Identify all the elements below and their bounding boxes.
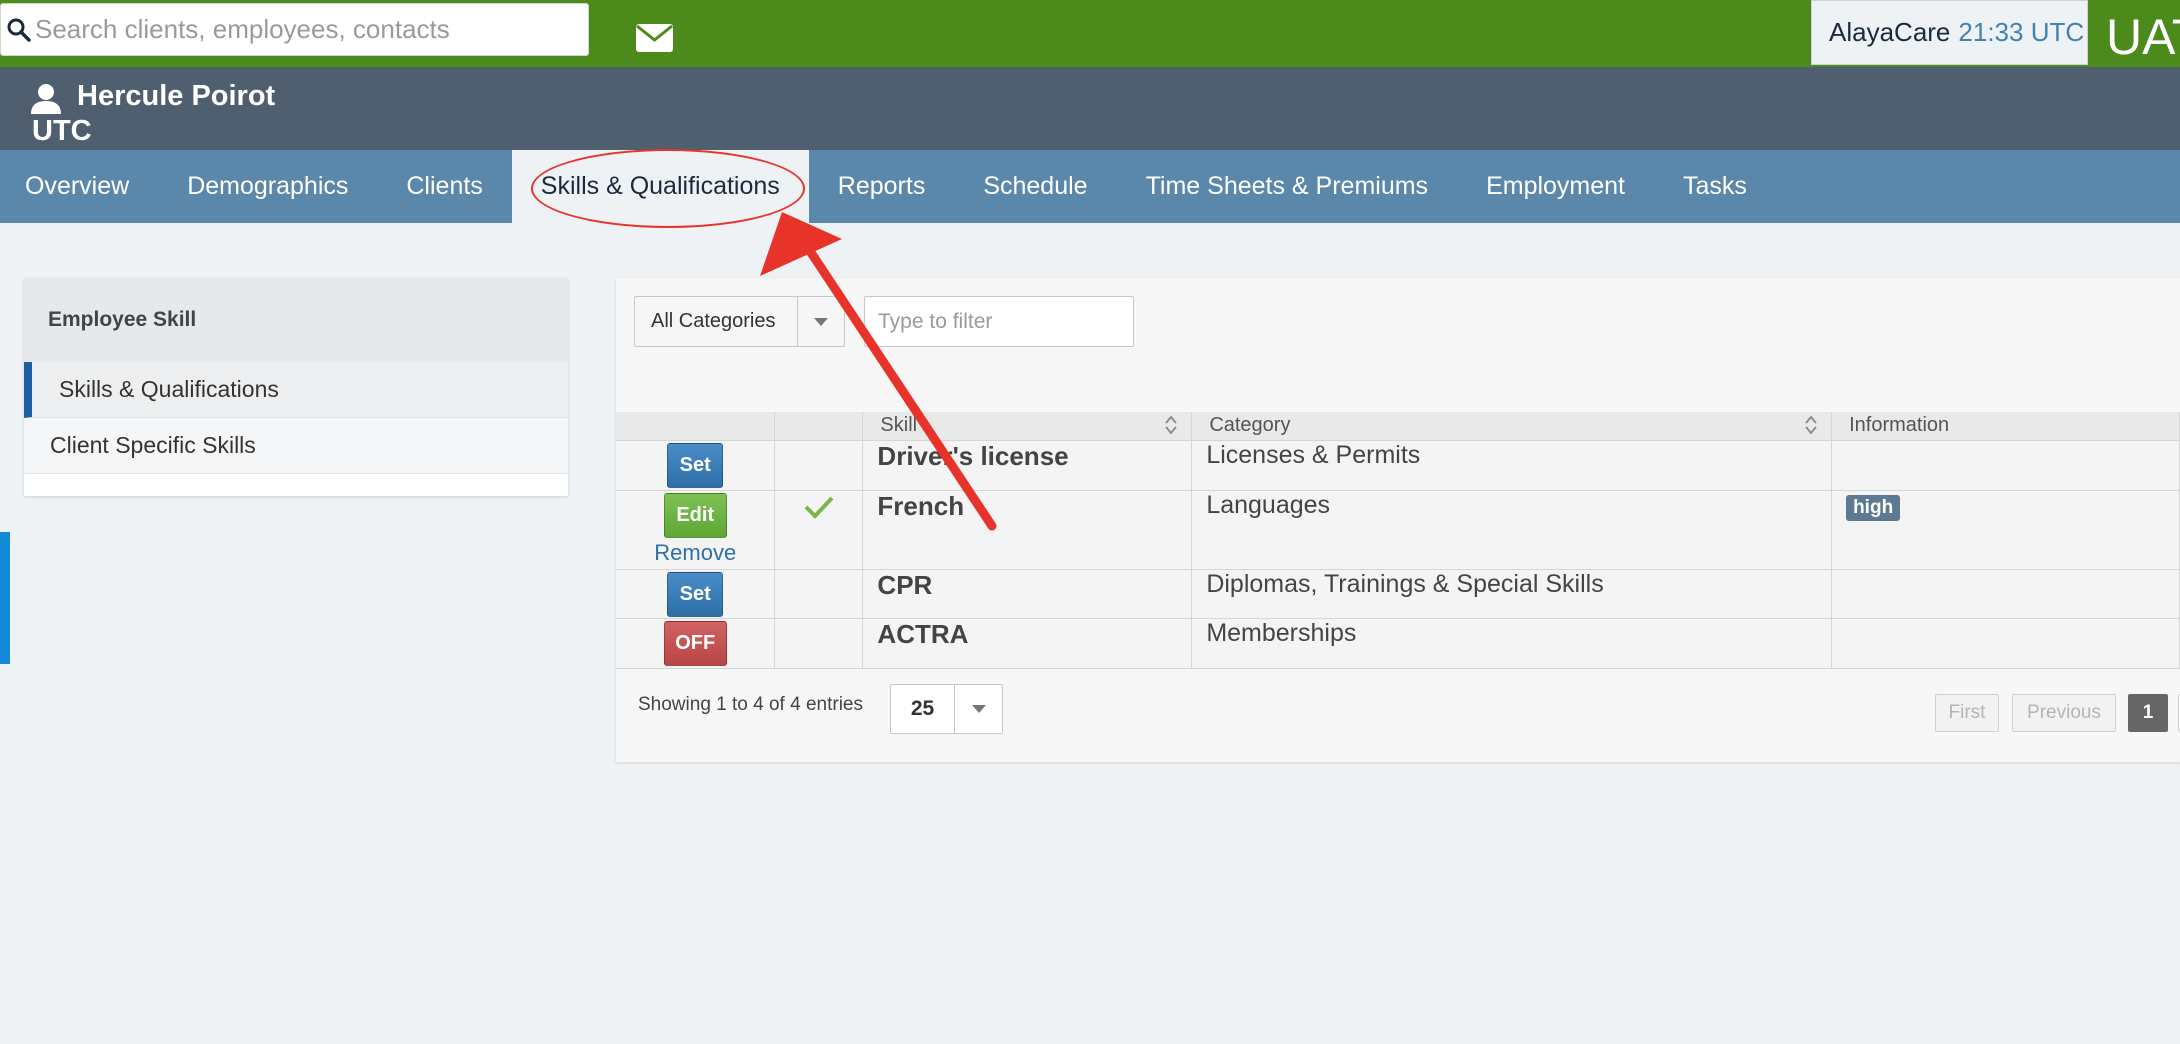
category-cell: Diplomas, Trainings & Special Skills — [1191, 569, 1833, 619]
column-header-status — [774, 412, 864, 441]
table-row: OFF ACTRA Memberships — [616, 618, 2180, 669]
brand-label: AlayaCare — [1829, 17, 1951, 47]
sort-icon[interactable] — [1805, 415, 1817, 435]
category-dropdown[interactable]: All Categories — [634, 296, 845, 347]
tab-reports[interactable]: Reports — [809, 150, 955, 223]
sidebar-item-client-specific-skills[interactable]: Client Specific Skills — [24, 418, 568, 474]
tab-demographics[interactable]: Demographics — [158, 150, 377, 223]
set-button[interactable]: Set — [667, 571, 724, 617]
environment-label: UAT — [2106, 9, 2180, 65]
chevron-down-icon[interactable] — [955, 685, 1002, 733]
tab-overview[interactable]: Overview — [0, 150, 158, 223]
sidebar-title: Employee Skill — [24, 278, 568, 362]
column-header-skill[interactable]: Skill — [862, 412, 1193, 441]
information-cell — [1831, 440, 2180, 491]
tab-clients[interactable]: Clients — [377, 150, 511, 223]
status-cell — [774, 440, 864, 491]
tab-label: Time Sheets & Premiums — [1145, 172, 1429, 200]
set-button[interactable]: Set — [667, 442, 724, 488]
table-header-row: Skill Category Information — [616, 412, 2180, 441]
information-cell: high — [1831, 490, 2180, 570]
tab-label: Clients — [406, 172, 483, 200]
information-cell — [1831, 618, 2180, 669]
sort-icon[interactable] — [1165, 415, 1178, 435]
tab-label: Demographics — [187, 172, 349, 200]
search-input[interactable] — [35, 14, 575, 45]
employee-name: Hercule Poirot — [77, 80, 276, 112]
top-bar: AlayaCare 21:33 UTC UAT — [0, 0, 2180, 67]
page-size-dropdown[interactable]: 25 — [890, 684, 1003, 734]
checkmark-icon — [804, 496, 834, 519]
page-size-value: 25 — [891, 685, 955, 733]
action-cell: OFF — [616, 618, 776, 669]
skills-table: Skill Category Information Set Driver's … — [616, 412, 2180, 669]
tab-label: Schedule — [983, 172, 1088, 200]
status-cell — [774, 490, 864, 570]
sidebar: Employee Skill Skills & Qualifications C… — [24, 278, 568, 496]
tab-label: Employment — [1486, 172, 1626, 200]
entries-summary: Showing 1 to 4 of 4 entries — [638, 694, 863, 715]
employee-timezone: UTC — [32, 115, 92, 147]
global-search[interactable] — [0, 3, 589, 56]
tab-skills-qualifications[interactable]: Skills & Qualifications — [511, 149, 809, 228]
skills-panel: All Categories Skill Category — [616, 278, 2180, 762]
chevron-down-icon[interactable] — [798, 297, 844, 346]
action-cell: Set — [616, 440, 776, 491]
status-cell — [774, 618, 864, 669]
column-header-category[interactable]: Category — [1191, 412, 1833, 441]
table-row: Set Driver's license Licenses & Permits — [616, 440, 2180, 491]
tab-bar: Overview Demographics Clients Skills & Q… — [0, 149, 2180, 228]
status-cell — [774, 569, 864, 619]
off-button[interactable]: OFF — [663, 620, 727, 666]
table-row: Set CPR Diplomas, Trainings & Special Sk… — [616, 569, 2180, 619]
page-number-button[interactable]: 1 — [2128, 694, 2168, 732]
envelope-icon[interactable] — [636, 24, 673, 57]
skill-cell: CPR — [862, 569, 1193, 619]
column-header-label: Category — [1209, 414, 1291, 437]
clock-widget: AlayaCare 21:33 UTC — [1811, 0, 2088, 65]
tab-employment[interactable]: Employment — [1457, 150, 1654, 223]
table-row: Edit Remove French Languages high — [616, 490, 2180, 570]
tab-label: Tasks — [1683, 172, 1747, 200]
tab-time-sheets-premiums[interactable]: Time Sheets & Premiums — [1117, 150, 1457, 223]
tab-label: Overview — [25, 172, 130, 200]
level-badge: high — [1846, 494, 1901, 521]
tab-tasks[interactable]: Tasks — [1654, 150, 1776, 223]
skill-cell: ACTRA — [862, 618, 1193, 669]
information-cell — [1831, 569, 2180, 619]
sidebar-item-label: Client Specific Skills — [50, 432, 256, 458]
remove-link[interactable]: Remove — [616, 540, 774, 566]
action-cell: Set — [616, 569, 776, 619]
column-header-information: Information — [1831, 412, 2180, 441]
skill-cell: French — [862, 490, 1193, 570]
edit-button[interactable]: Edit — [663, 492, 727, 538]
first-page-button[interactable]: First — [1935, 694, 1999, 732]
action-cell: Edit Remove — [616, 490, 776, 570]
category-cell: Languages — [1191, 490, 1833, 570]
sidebar-item-skills-qualifications[interactable]: Skills & Qualifications — [24, 362, 568, 418]
sidebar-item-label: Skills & Qualifications — [59, 376, 279, 402]
previous-page-button[interactable]: Previous — [2012, 694, 2116, 732]
person-icon — [31, 84, 61, 114]
column-header-label: Skill — [880, 414, 918, 437]
filter-input[interactable] — [864, 296, 1134, 347]
category-cell: Licenses & Permits — [1191, 440, 1833, 491]
column-header-action — [616, 412, 776, 441]
column-header-label: Information — [1849, 414, 1950, 437]
side-drawer-handle[interactable] — [0, 532, 10, 664]
employee-header: Hercule Poirot UTC — [0, 67, 2180, 150]
tab-label: Skills & Qualifications — [540, 172, 780, 200]
category-cell: Memberships — [1191, 618, 1833, 669]
clock-time: 21:33 UTC — [1958, 17, 2085, 47]
tab-schedule[interactable]: Schedule — [954, 150, 1116, 223]
tab-label: Reports — [837, 172, 926, 200]
skill-cell: Driver's license — [862, 440, 1193, 491]
category-value: All Categories — [635, 297, 798, 346]
search-icon — [7, 18, 31, 42]
